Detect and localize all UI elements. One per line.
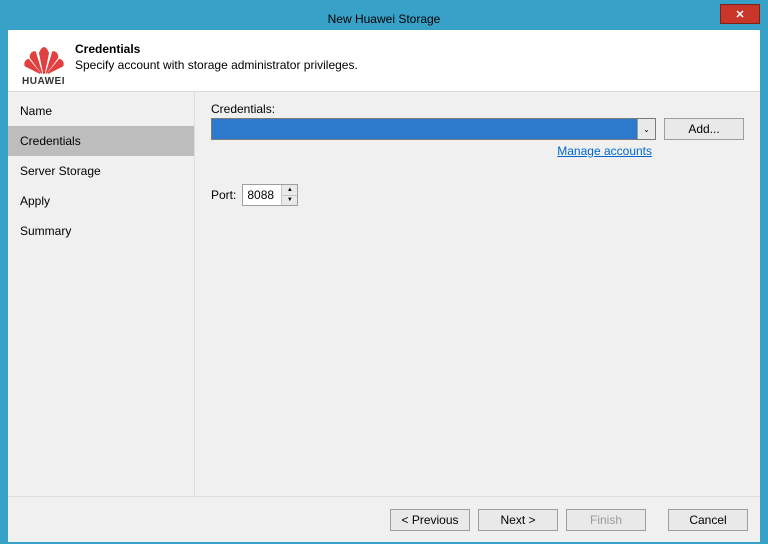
wizard-window: HUAWEI Credentials Specify account with … [8,30,760,542]
port-step-up-icon[interactable]: ▲ [282,185,297,196]
credentials-dropdown[interactable]: ⌄ [211,118,656,140]
close-button[interactable]: ✕ [720,4,760,24]
chevron-down-icon[interactable]: ⌄ [637,119,655,139]
sidebar-item-name[interactable]: Name [8,96,194,126]
port-step-down-icon[interactable]: ▼ [282,196,297,206]
huawei-icon [23,45,65,75]
port-stepper[interactable]: ▲ ▼ [242,184,298,206]
wizard-content: Credentials: ⌄ Add... Manage accounts Po… [194,92,760,496]
wizard-sidebar: Name Credentials Server Storage Apply Su… [8,92,194,496]
sidebar-item-credentials[interactable]: Credentials [8,126,194,156]
vendor-logo-text: HUAWEI [22,76,65,87]
cancel-button[interactable]: Cancel [668,509,748,531]
next-button[interactable]: Next > [478,509,558,531]
wizard-header: HUAWEI Credentials Specify account with … [8,30,760,92]
close-icon: ✕ [735,8,744,21]
port-input[interactable] [243,185,281,205]
titlebar: New Huawei Storage ✕ [8,8,760,30]
wizard-footer: < Previous Next > Finish Cancel [8,496,760,542]
page-title: Credentials [75,42,358,56]
manage-accounts-link[interactable]: Manage accounts [211,144,744,158]
finish-button: Finish [566,509,646,531]
sidebar-item-apply[interactable]: Apply [8,186,194,216]
credentials-label: Credentials: [211,102,744,116]
port-label: Port: [211,188,236,202]
vendor-logo: HUAWEI [16,38,71,93]
add-button[interactable]: Add... [664,118,744,140]
sidebar-item-server-storage[interactable]: Server Storage [8,156,194,186]
page-subtitle: Specify account with storage administrat… [75,58,358,72]
previous-button[interactable]: < Previous [390,509,470,531]
window-title: New Huawei Storage [328,12,441,26]
sidebar-item-summary[interactable]: Summary [8,216,194,246]
